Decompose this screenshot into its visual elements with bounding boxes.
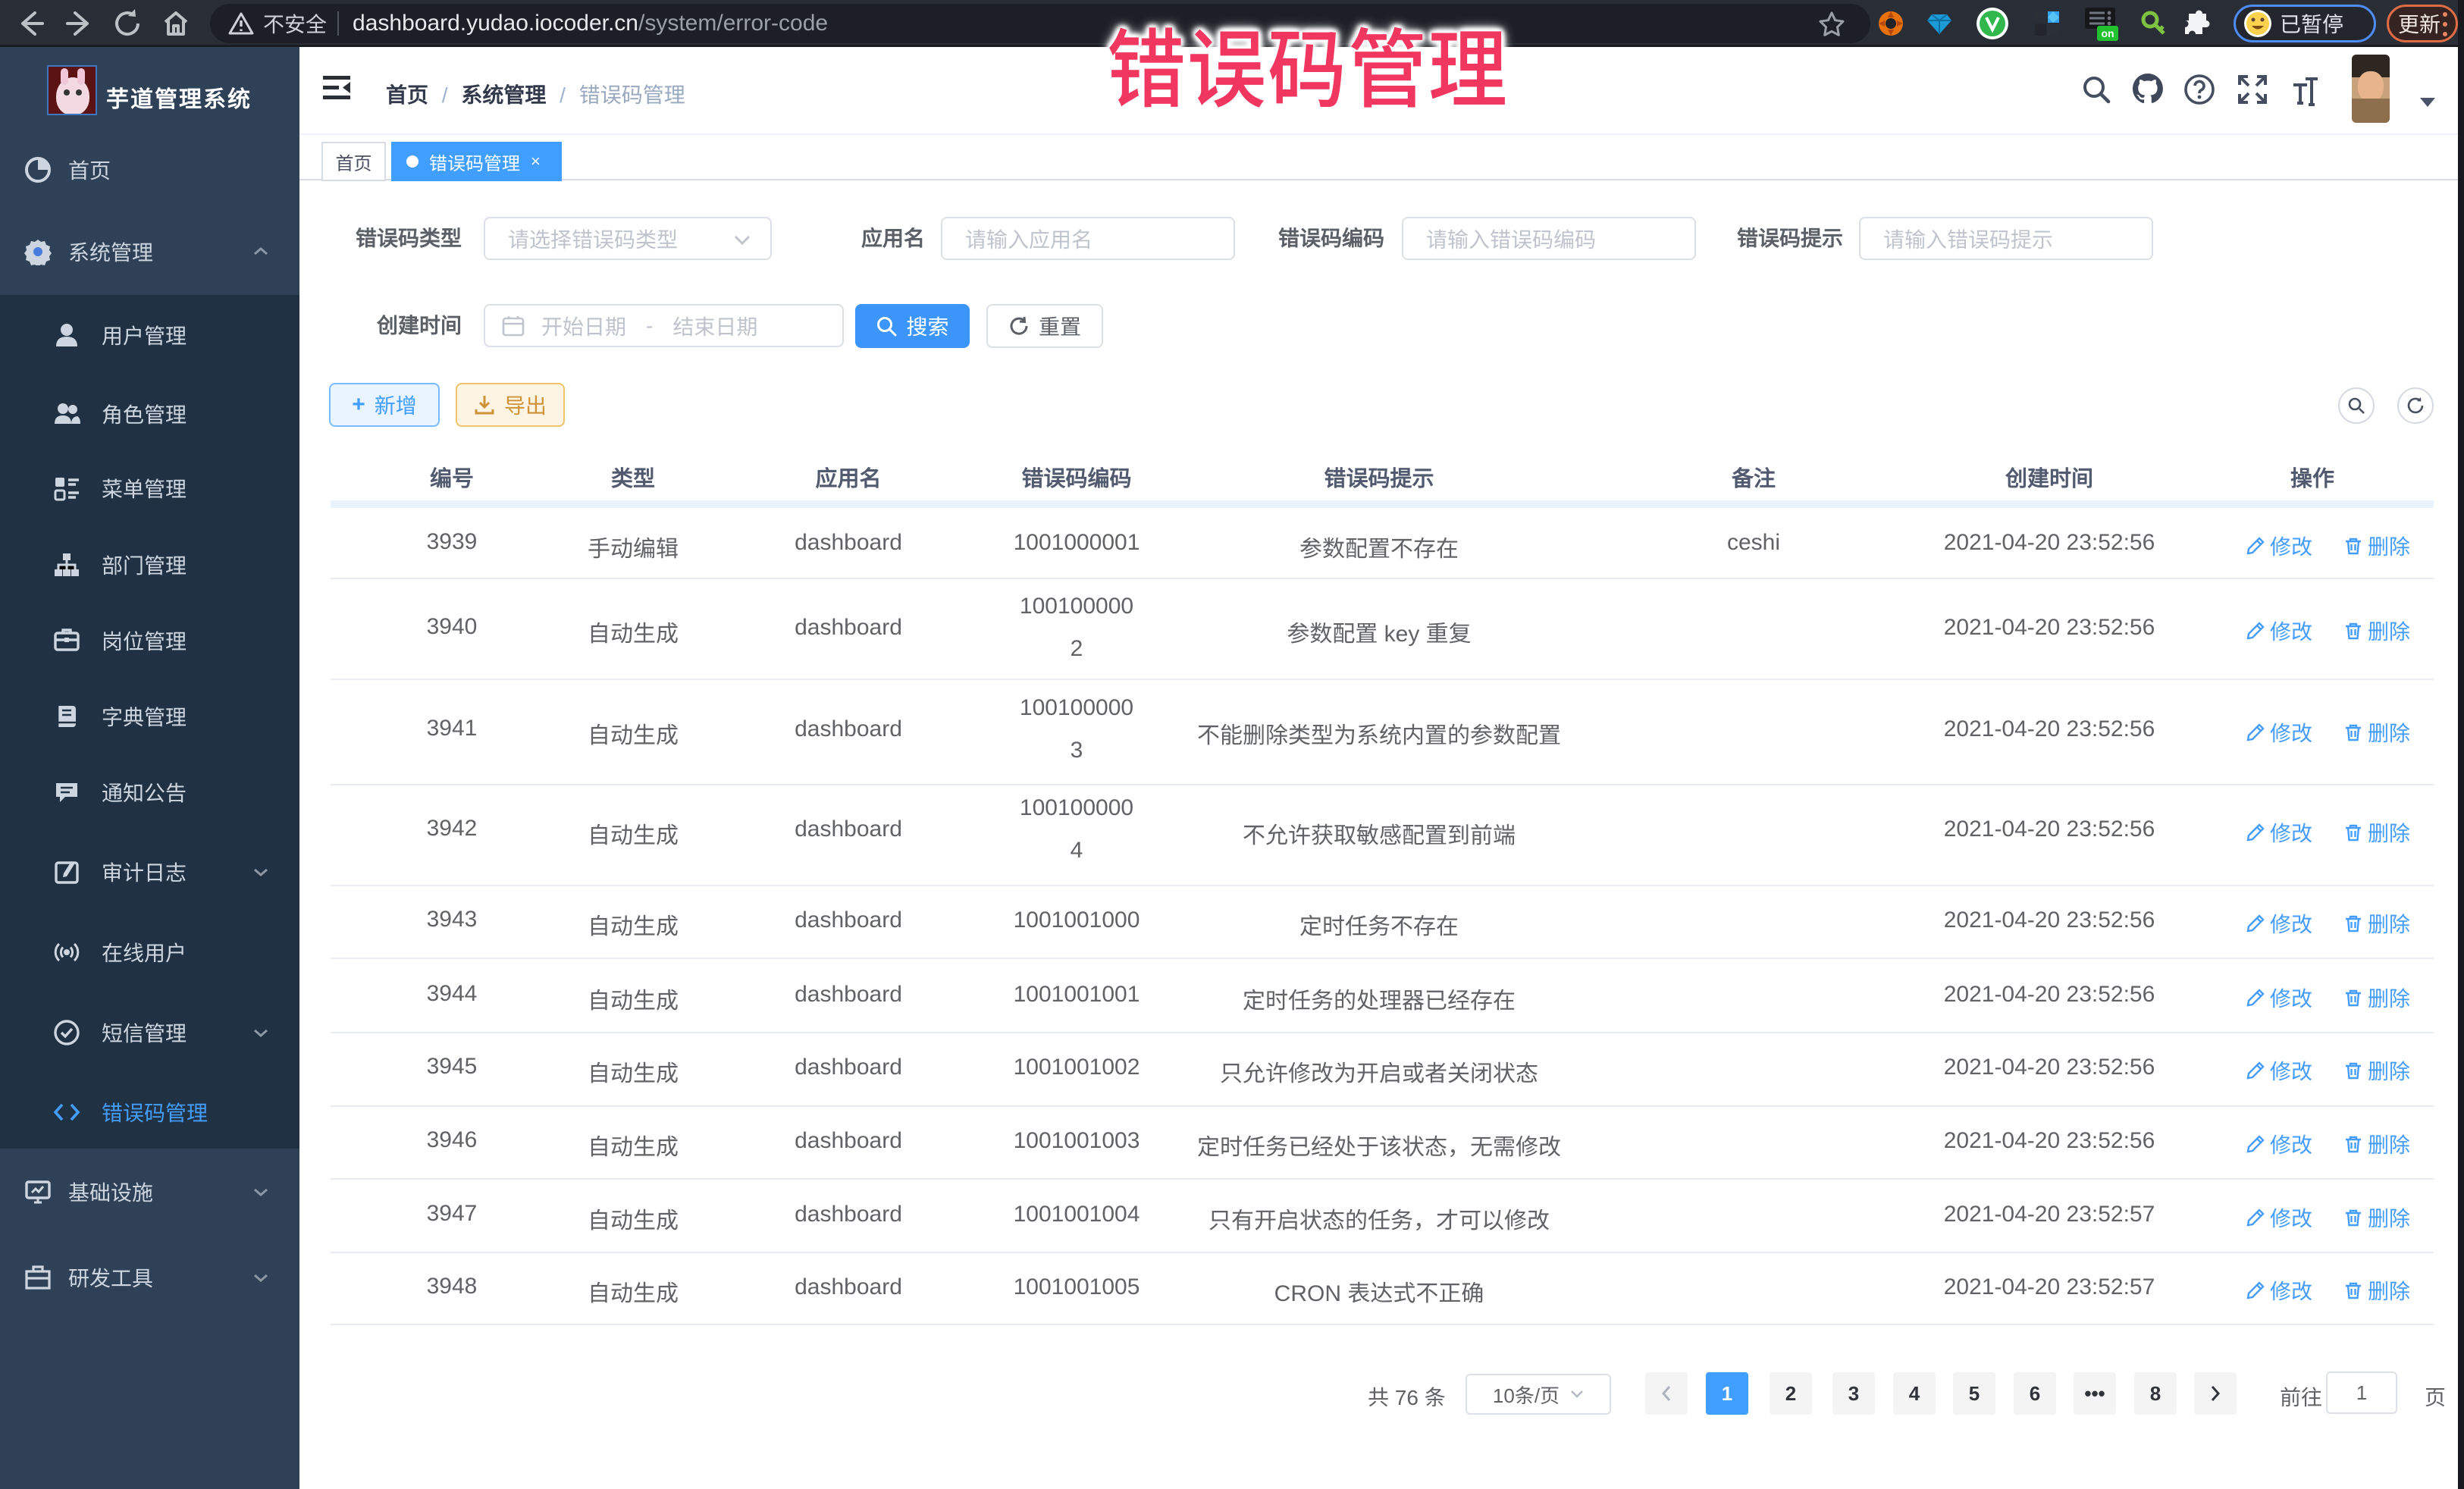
svg-text:on: on [2101,27,2114,39]
